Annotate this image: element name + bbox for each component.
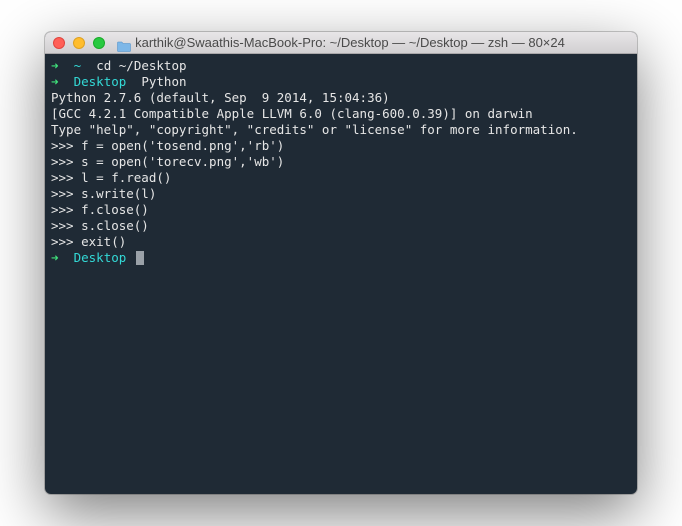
close-icon[interactable]: [53, 37, 65, 49]
terminal-line: >>> s.write(l): [51, 186, 631, 202]
terminal-line: Type "help", "copyright", "credits" or "…: [51, 122, 631, 138]
traffic-lights: [53, 37, 105, 49]
terminal-line: >>> l = f.read(): [51, 170, 631, 186]
terminal-line: Python 2.7.6 (default, Sep 9 2014, 15:04…: [51, 90, 631, 106]
terminal-line: >>> s.close(): [51, 218, 631, 234]
terminal-window: karthik@Swaathis-MacBook-Pro: ~/Desktop …: [45, 32, 637, 494]
prompt-dir: Desktop: [74, 74, 127, 89]
terminal-line: >>> f.close(): [51, 202, 631, 218]
zoom-icon[interactable]: [93, 37, 105, 49]
prompt-arrow-icon: ➜: [51, 74, 59, 89]
terminal-line: >>> exit(): [51, 234, 631, 250]
terminal-line: >>> s = open('torecv.png','wb'): [51, 154, 631, 170]
minimize-icon[interactable]: [73, 37, 85, 49]
command-text: cd ~/Desktop: [96, 58, 186, 73]
terminal-line: [GCC 4.2.1 Compatible Apple LLVM 6.0 (cl…: [51, 106, 631, 122]
title-wrap: karthik@Swaathis-MacBook-Pro: ~/Desktop …: [45, 35, 637, 50]
folder-icon: [117, 37, 131, 48]
prompt-arrow-icon: ➜: [51, 58, 59, 73]
terminal-body[interactable]: ➜ ~ cd ~/Desktop➜ Desktop PythonPython 2…: [45, 54, 637, 494]
titlebar[interactable]: karthik@Swaathis-MacBook-Pro: ~/Desktop …: [45, 32, 637, 54]
terminal-line: ➜ ~ cd ~/Desktop: [51, 58, 631, 74]
prompt-dir: ~: [74, 58, 82, 73]
terminal-line: >>> f = open('tosend.png','rb'): [51, 138, 631, 154]
terminal-line: ➜ Desktop Python: [51, 74, 631, 90]
terminal-line: ➜ Desktop: [51, 250, 631, 266]
prompt-arrow-icon: ➜: [51, 250, 59, 265]
cursor-icon: [136, 251, 144, 265]
window-title: karthik@Swaathis-MacBook-Pro: ~/Desktop …: [135, 35, 565, 50]
command-text: Python: [141, 74, 186, 89]
prompt-dir: Desktop: [74, 250, 127, 265]
